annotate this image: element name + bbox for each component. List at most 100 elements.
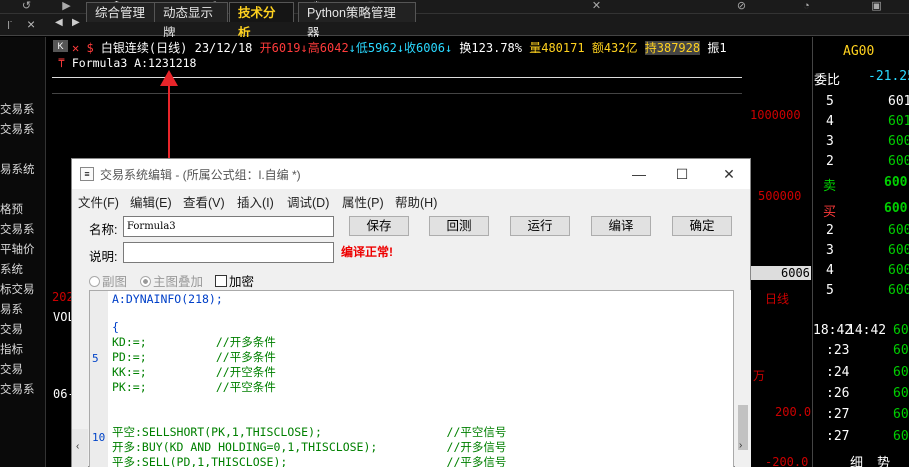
link-icon[interactable]: ⊘ <box>735 0 748 13</box>
desc-label: 说明: <box>89 250 118 264</box>
sidebar-item[interactable]: 系统 <box>0 261 23 277</box>
trend-tab[interactable]: 势 <box>877 452 909 467</box>
indicator-line <box>52 77 742 78</box>
down-arrow-icon: ↓ <box>396 41 405 55</box>
tick-price: 60 <box>893 323 909 338</box>
y-axis-500000: 500000 <box>758 189 802 203</box>
close-small-icon[interactable]: ✕ <box>72 41 86 55</box>
menu-help[interactable]: 帮助(H) <box>395 192 437 211</box>
tab-technical-analysis[interactable]: 技术分析 <box>229 2 294 40</box>
sidebar-item[interactable]: 易系 <box>0 301 23 317</box>
code-line: 开多:BUY(KD AND HOLDING=0,1,THISCLOSE); //… <box>112 440 507 454</box>
sidebar-item[interactable]: 标交易 <box>0 281 35 297</box>
code-line: 平空:SELLSHORT(PK,1,THISCLOSE); //平空信号 <box>112 425 507 439</box>
next-tab-icon[interactable]: ▶ <box>72 17 80 28</box>
name-label: 名称: <box>89 223 118 237</box>
menu-file[interactable]: 文件(F) <box>78 192 119 211</box>
sell-price: 601 <box>888 114 909 129</box>
sidebar-item[interactable]: 交易系 <box>0 121 35 137</box>
y-axis-200: 200.0 <box>775 405 812 419</box>
quote-info-line: ✕ $ 白银连续(日线) 23/12/18 开6019↓高6042↓低5962↓… <box>72 39 727 55</box>
quote-close: 收6006 <box>404 41 445 55</box>
k-line-icon[interactable]: K <box>53 40 68 52</box>
tick-price: 60 <box>893 429 909 444</box>
bell-icon[interactable]: ◔ <box>800 0 813 13</box>
buy-price: 600 <box>888 243 909 258</box>
code-line: KD:=; //开多条件 <box>112 335 276 349</box>
compile-button[interactable]: 编译 <box>591 216 651 236</box>
name-field[interactable] <box>123 216 334 237</box>
sidebar-item[interactable]: 交易 <box>0 321 23 337</box>
buy-one-price: 600 <box>884 201 908 216</box>
menu-bar: 文件(F) 编辑(E) 查看(V) 插入(I) 调试(D) 属性(P) 帮助(H… <box>72 189 750 211</box>
sidebar-item[interactable]: 格预 <box>0 201 23 217</box>
scroll-left-icon[interactable]: ‹ <box>76 441 79 452</box>
dialog-titlebar[interactable]: ≡ 交易系统编辑 - (所属公式组：l.自编 *) — ☐ ✕ <box>72 159 750 189</box>
close-icon[interactable]: × <box>27 16 35 32</box>
pin-icon[interactable]: ꜍ <box>7 18 13 32</box>
sidebar-item[interactable]: 易系统 <box>0 161 35 177</box>
desc-field[interactable] <box>123 242 334 263</box>
buy-price: 600 <box>888 283 909 298</box>
compile-status: 编译正常! <box>341 245 393 259</box>
save-button[interactable]: 保存 <box>349 216 409 236</box>
line-number: 5 <box>92 352 99 365</box>
sidebar-item[interactable]: 交易 <box>0 361 23 377</box>
menu-properties[interactable]: 属性(P) <box>342 192 384 211</box>
code-line: PK:=; //平空条件 <box>112 380 276 394</box>
confirm-button[interactable]: 确定 <box>672 216 732 236</box>
tick-price: 60 <box>893 365 909 380</box>
code-line: { <box>112 320 119 334</box>
prev-tab-icon[interactable]: ◀ <box>55 17 63 28</box>
sell-one-price: 600 <box>884 175 908 190</box>
menu-view[interactable]: 查看(V) <box>183 192 225 211</box>
dollar-small-icon: $ <box>86 41 101 55</box>
cross-icon[interactable]: ✕ <box>590 0 603 13</box>
code-editor[interactable]: 5 10 A:DYNAINFO(218); { KD:=; //开多条件 PD:… <box>89 290 734 467</box>
sidebar-item[interactable]: 交易系 <box>0 381 35 397</box>
tab-python-strategy[interactable]: Python策略管理器 <box>298 2 416 40</box>
sell-price: 600 <box>888 134 909 149</box>
line-gutter: 5 10 <box>90 291 108 467</box>
minimize-button[interactable]: — <box>624 163 654 185</box>
quote-turnover: 换123.78% <box>459 41 522 55</box>
left-scroll-arrow[interactable]: ‹ <box>72 429 88 467</box>
sell-price: 600 <box>888 154 909 169</box>
y-axis-1000000: 1000000 <box>750 108 801 122</box>
window-icon[interactable]: ▣ <box>870 0 883 13</box>
vertical-scrollbar[interactable]: › <box>735 290 751 467</box>
backtest-button[interactable]: 回测 <box>429 216 489 236</box>
play-icon[interactable]: ▶ <box>60 0 73 13</box>
formula-indicator-line: ⍑ Formula3 A:1231218 <box>58 56 196 70</box>
sidebar-item[interactable]: 指标 <box>0 341 23 357</box>
sidebar-item[interactable]: 交易系 <box>0 101 35 117</box>
period-label: 日线 <box>765 292 790 306</box>
quote-hold: 持387928 <box>644 41 701 55</box>
ratio-value: -21.25 <box>868 69 909 84</box>
quote-amp: 振1 <box>707 41 727 55</box>
tick-price: 60 <box>893 343 909 358</box>
radio-main-overlay[interactable]: 主图叠加 <box>140 271 203 290</box>
sidebar-item[interactable]: 交易系 <box>0 221 35 237</box>
close-button[interactable]: ✕ <box>714 163 744 185</box>
menu-debug[interactable]: 调试(D) <box>287 192 329 211</box>
menu-edit[interactable]: 编辑(E) <box>130 192 172 211</box>
quote-volume: 量480171 <box>529 41 585 55</box>
app-icon: ≡ <box>80 167 94 181</box>
dialog-title: 交易系统编辑 - (所属公式组：l.自编 *) <box>100 168 301 182</box>
maximize-button[interactable]: ☐ <box>667 163 697 185</box>
code-line: 平多:SELL(PD,1,THISCLOSE); //平多信号 <box>112 455 507 467</box>
quote-low: 低5962 <box>355 41 397 55</box>
scroll-right-icon[interactable]: › <box>739 440 742 451</box>
down-arrow-icon: ↓ <box>348 41 356 55</box>
radio-subchart[interactable]: 副图 <box>89 271 127 290</box>
encrypt-checkbox[interactable]: 加密 <box>215 271 254 290</box>
sidebar-item[interactable]: 平轴价 <box>0 241 35 257</box>
price-tag: 6006 <box>751 266 811 280</box>
run-button[interactable]: 运行 <box>510 216 570 236</box>
menu-insert[interactable]: 插入(I) <box>237 192 274 211</box>
undo-icon[interactable]: ↺ <box>20 0 33 13</box>
sell-price: 601 <box>888 94 909 109</box>
tab-dynamic-board[interactable]: 动态显示牌 <box>154 2 228 40</box>
code-line: KK:=; //开空条件 <box>112 365 276 379</box>
